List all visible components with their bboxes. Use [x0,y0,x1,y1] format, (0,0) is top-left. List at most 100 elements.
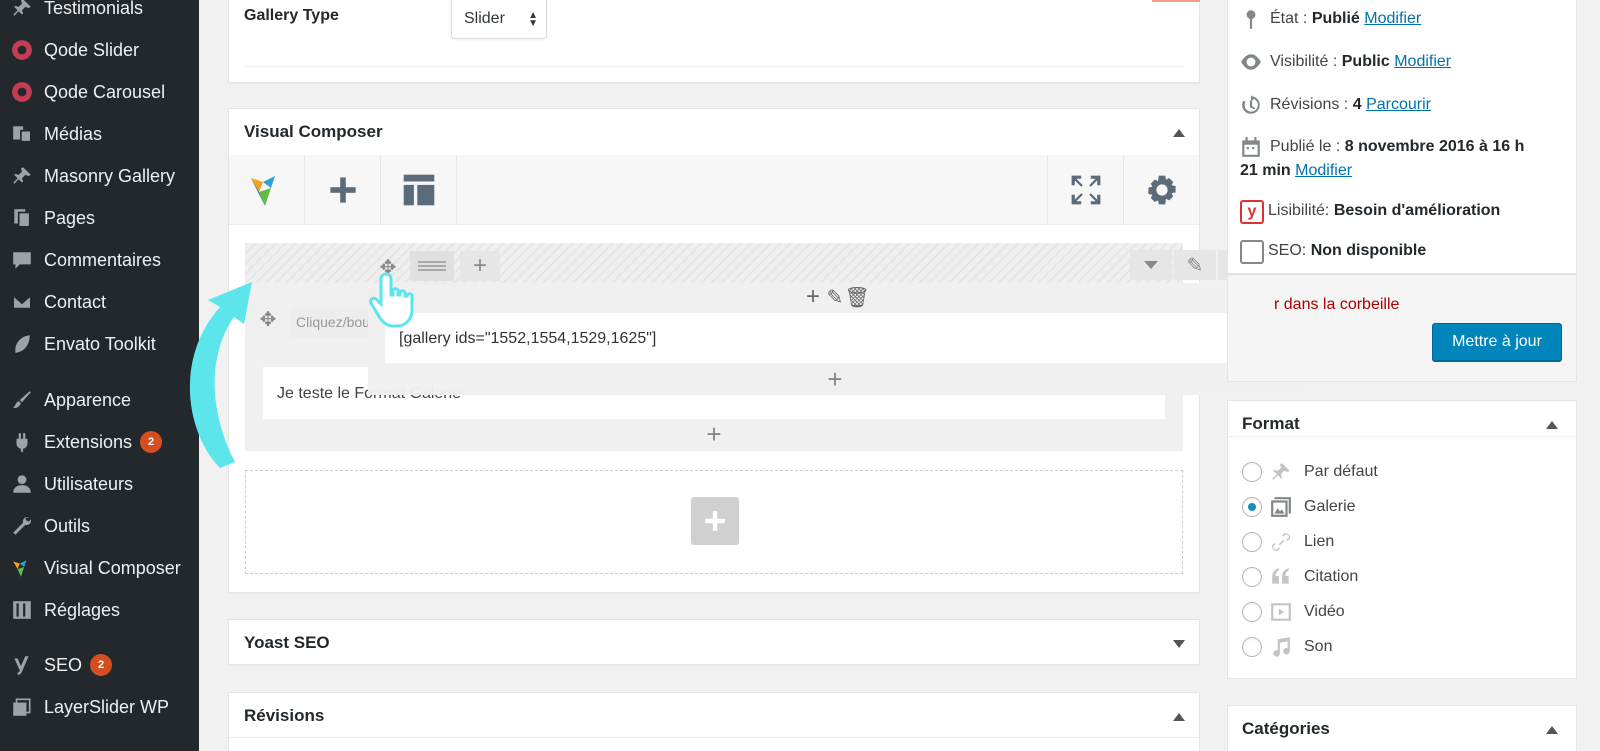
sidebar-item-qode-carousel[interactable]: Qode Carousel [0,72,199,112]
eye-icon [1240,51,1262,73]
quote-icon [1270,566,1292,588]
annotation-arrow-icon [189,282,252,468]
vc-logo-button[interactable] [229,155,305,225]
vc-toolbar [229,155,1199,225]
sidebar-item-seo[interactable]: SEO 2 [0,645,199,685]
row-add-column-button[interactable]: + [460,251,500,281]
seo-value: Non disponible [1310,242,1427,259]
categories-title: Catégories [1242,719,1330,738]
radio-button[interactable] [1242,637,1262,657]
collapse-toggle-icon[interactable] [1173,713,1185,721]
sidebar-item-label: Qode Carousel [44,81,166,102]
collapse-toggle-icon[interactable] [1546,726,1558,734]
sidebar-item-label: Pages [44,207,96,228]
visibility-label: Visibilité : [1270,53,1338,70]
publish-date: Publié le : 8 novembre 2016 à 16 h [1270,138,1524,156]
sidebar-item-testimonials[interactable]: Testimonials [0,0,199,28]
radio-button-checked[interactable] [1242,497,1262,517]
format-title: Format [1242,414,1300,433]
row-edit-pencil-icon[interactable]: ✎ [1174,250,1216,280]
update-button[interactable]: Mettre à jour [1432,323,1562,361]
admin-sidebar: Testimonials Qode Slider Qode Carousel M… [0,0,199,751]
sidebar-item-outils[interactable]: Outils [0,506,199,546]
pin-icon [10,0,34,20]
gallery-type-box [228,0,1200,83]
pin-icon [1270,461,1292,483]
vc-logo-icon [250,176,275,206]
sidebar-item-label: LayerSlider WP [44,696,170,717]
add-row-button[interactable] [691,497,739,545]
sidebar-item-utilisateurs[interactable]: Utilisateurs [0,464,199,504]
sidebar-item-qode-slider[interactable]: Qode Slider [0,30,199,70]
template-icon [403,174,434,206]
sidebar-item-layerslider[interactable]: LayerSlider WP [0,687,199,727]
radio-button[interactable] [1242,602,1262,622]
edit-date-link[interactable]: Modifier [1295,162,1352,179]
ghost-add-below-icon[interactable]: + [822,364,848,394]
sidebar-item-contact[interactable]: Contact [0,282,199,322]
row-toggle-button[interactable] [1130,250,1172,280]
yoast-seo-box[interactable] [228,619,1200,665]
post-revisions: Révisions : 4 Parcourir [1270,96,1431,114]
format-option-video[interactable]: Vidéo [1242,598,1345,626]
gallery-shortcode-element[interactable]: [gallery ids="1552,1554,1529,1625"] [385,313,1285,363]
gallery-type-label: Gallery Type [244,7,339,24]
sidebar-item-label: SEO [44,654,83,675]
sidebar-item-apparence[interactable]: Apparence [0,380,199,420]
sidebar-item-envato-toolkit[interactable]: Envato Toolkit [0,324,199,364]
format-option-quote[interactable]: Citation [1242,563,1358,591]
divider [244,66,1184,67]
collapse-toggle-icon[interactable] [1173,129,1185,137]
settings-button[interactable] [1123,155,1199,225]
yoast-seo-title: Yoast SEO [244,633,330,652]
sidebar-item-reglages[interactable]: Réglages [0,590,199,630]
format-option-default[interactable]: Par défaut [1242,458,1378,486]
edit-status-link[interactable]: Modifier [1364,10,1421,27]
sidebar-item-label: Médias [44,123,103,144]
visual-composer-title: Visual Composer [244,122,383,141]
format-option-gallery[interactable]: Galerie [1242,493,1356,521]
format-option-label: Lien [1304,533,1335,550]
radio-button[interactable] [1242,462,1262,482]
select-arrows-icon: ▲ ▼ [528,10,538,29]
sidebar-item-extensions[interactable]: Extensions 2 [0,422,199,462]
published-date-value: 8 novembre 2016 à 16 h [1344,138,1525,155]
sidebar-item-pages[interactable]: Pages [0,198,199,238]
expand-toggle-icon[interactable] [1173,640,1185,648]
format-option-label: Galerie [1304,498,1356,515]
settings-sliders-icon [10,598,34,622]
sidebar-item-visual-composer[interactable]: Visual Composer [0,548,199,588]
sidebar-item-commentaires[interactable]: Commentaires [0,240,199,280]
templates-button[interactable] [381,155,457,225]
pin-icon [10,164,34,188]
add-element-button[interactable] [305,155,381,225]
user-icon [10,472,34,496]
edit-visibility-link[interactable]: Modifier [1394,53,1451,70]
post-status: État : Publié Modifier [1270,10,1421,28]
format-option-audio[interactable]: Son [1242,633,1332,661]
plus-icon [329,177,356,203]
format-option-link[interactable]: Lien [1242,528,1334,556]
browse-revisions-link[interactable]: Parcourir [1366,96,1431,113]
readability-value: Besoin d'amélioration [1333,202,1501,219]
move-to-trash-link[interactable]: r dans la corbeille [1274,296,1399,314]
column-add-element-icon[interactable]: + [700,419,728,449]
sidebar-item-masonry-gallery[interactable]: Masonry Gallery [0,156,199,196]
sidebar-item-label: Apparence [44,389,132,410]
mail-icon [10,290,34,314]
sidebar-item-label: Réglages [44,599,121,620]
radio-button[interactable] [1242,532,1262,552]
ghost-delete-trash-icon[interactable]: 🗑 [844,282,869,312]
gallery-type-select[interactable]: Slider ▲ ▼ [451,0,547,39]
sidebar-item-medias[interactable]: Médias [0,114,199,154]
radio-button[interactable] [1242,567,1262,587]
comments-icon [10,248,34,272]
pages-icon [10,206,34,230]
sidebar-item-label: Testimonials [44,0,144,18]
sidebar-item-label: Visual Composer [44,557,181,578]
ghost-edit-pencil-icon[interactable]: ✎ [824,282,846,312]
fullscreen-button[interactable] [1047,155,1123,225]
collapse-toggle-icon[interactable] [1546,421,1558,429]
published-time-value: 21 min [1240,162,1291,179]
ghost-add-icon[interactable]: + [800,282,826,312]
